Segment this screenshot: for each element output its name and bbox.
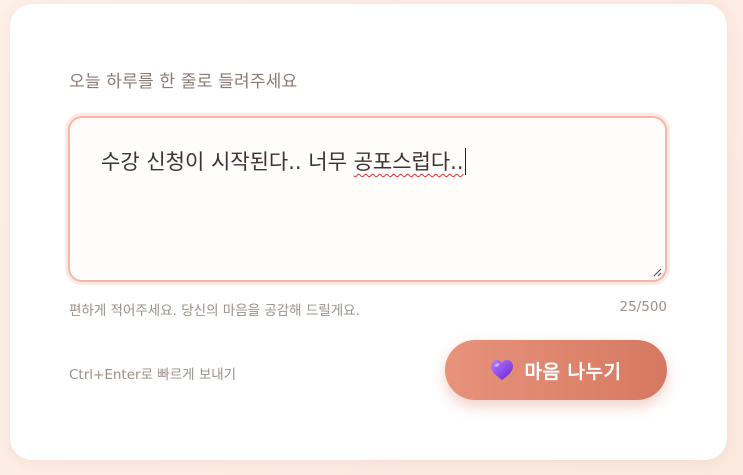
share-button[interactable]: 마음 나누기 xyxy=(445,340,667,400)
prompt-label: 오늘 하루를 한 줄로 들려주세요 xyxy=(69,72,298,92)
helper-text: 편하게 적어주세요. 당신의 마음을 공감해 드릴게요. xyxy=(69,303,360,319)
entry-text-misspelled: 공포스럽다.. xyxy=(353,150,464,174)
entry-text-plain: 수강 신청이 시작된다.. 너무 xyxy=(101,150,354,174)
share-button-label: 마음 나누기 xyxy=(524,360,622,383)
entry-text: 수강 신청이 시작된다.. 너무 공포스럽다.. xyxy=(101,146,467,176)
resize-handle-icon[interactable] xyxy=(652,267,662,277)
text-caret xyxy=(464,148,467,175)
shortcut-hint: Ctrl+Enter로 빠르게 보내기 xyxy=(69,367,237,383)
purple-heart-icon xyxy=(491,360,514,380)
entry-textarea[interactable]: 수강 신청이 시작된다.. 너무 공포스럽다.. xyxy=(68,116,667,282)
character-counter: 25/500 xyxy=(619,299,668,315)
